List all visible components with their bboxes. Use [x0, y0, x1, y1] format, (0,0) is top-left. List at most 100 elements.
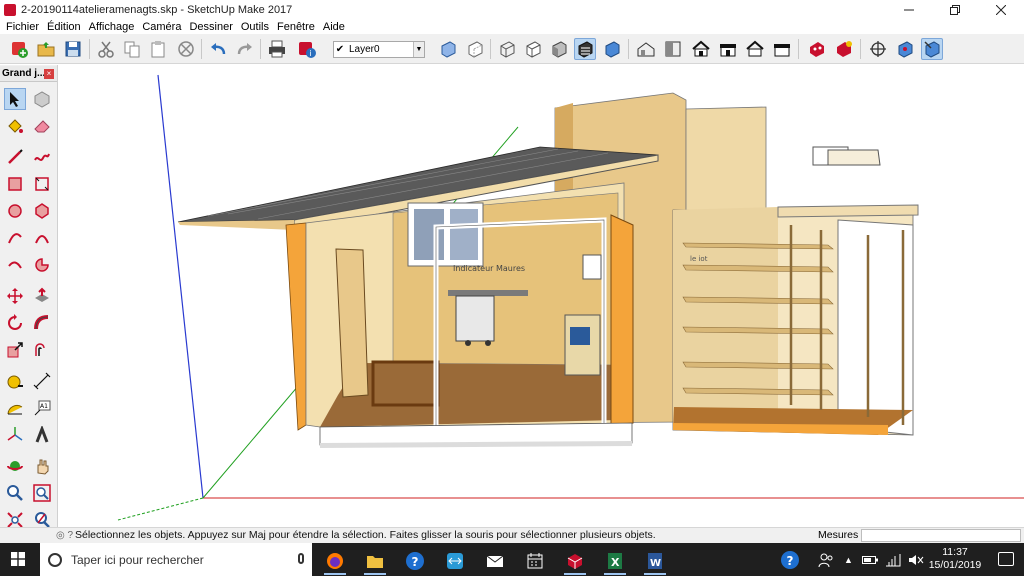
menu-aide[interactable]: Aide: [319, 21, 349, 33]
text-icon[interactable]: A1: [31, 397, 53, 419]
orbit-icon[interactable]: [4, 455, 26, 477]
circle-icon[interactable]: [4, 200, 26, 222]
redo-icon[interactable]: [234, 38, 256, 60]
rotate-icon[interactable]: [4, 312, 26, 334]
shaded-icon[interactable]: [548, 38, 570, 60]
model-viewport[interactable]: Indicateur Maures le iot: [58, 65, 1024, 527]
monochrome-icon[interactable]: [601, 38, 623, 60]
warehouse-icon[interactable]: [806, 38, 828, 60]
zoom-icon[interactable]: [4, 482, 26, 504]
svg-text:X: X: [611, 556, 620, 569]
freehand-icon[interactable]: [31, 146, 53, 168]
right-view-icon[interactable]: [717, 38, 739, 60]
word-icon[interactable]: W: [640, 547, 670, 575]
left-view-icon[interactable]: [771, 38, 793, 60]
sketchup-icon[interactable]: [560, 547, 590, 575]
arc-2point-icon[interactable]: [31, 227, 53, 249]
hidden-line-icon[interactable]: [522, 38, 544, 60]
tape-measure-icon[interactable]: [4, 370, 26, 392]
paint-bucket-icon[interactable]: [4, 115, 26, 137]
restore-icon: [950, 4, 960, 15]
push-pull-icon[interactable]: [31, 285, 53, 307]
follow-me-icon[interactable]: [31, 312, 53, 334]
zoom-window-icon[interactable]: [31, 482, 53, 504]
teamviewer-icon[interactable]: [440, 547, 470, 575]
shaded-textures-icon[interactable]: [574, 38, 596, 60]
status-bar: ◎ ? Sélectionnez les objets. Appuyez sur…: [0, 527, 1024, 543]
scale-icon[interactable]: [4, 339, 26, 361]
erase-icon[interactable]: [175, 38, 197, 60]
taskbar-clock[interactable]: 11:37 15/01/2019: [920, 546, 990, 572]
undo-icon[interactable]: [207, 38, 229, 60]
taskbar-search[interactable]: Taper ici pour rechercher: [40, 543, 312, 576]
measure-input[interactable]: [861, 529, 1021, 542]
start-icon[interactable]: [11, 552, 25, 566]
print-icon[interactable]: [266, 38, 288, 60]
firefox-icon[interactable]: [320, 547, 350, 575]
top-view-icon[interactable]: [662, 38, 684, 60]
close-button[interactable]: [978, 0, 1024, 19]
copy-icon[interactable]: [121, 38, 143, 60]
menu-affichage[interactable]: Affichage: [85, 21, 139, 33]
3d-text-icon[interactable]: [31, 424, 53, 446]
menu-outils[interactable]: Outils: [237, 21, 273, 33]
save-icon[interactable]: [62, 38, 84, 60]
rotated-rectangle-icon[interactable]: [31, 173, 53, 195]
back-edges-icon[interactable]: [464, 38, 486, 60]
status-text: Sélectionnez les objets. Appuyez sur Maj…: [75, 529, 656, 541]
people-icon[interactable]: [818, 552, 834, 568]
back-view-icon[interactable]: [744, 38, 766, 60]
pie-icon[interactable]: [31, 254, 53, 276]
menu-fichier[interactable]: Fichier: [2, 21, 43, 33]
network-icon[interactable]: [885, 553, 901, 567]
restore-button[interactable]: [932, 0, 978, 19]
wireframe-icon[interactable]: [496, 38, 518, 60]
rectangle-icon[interactable]: [4, 173, 26, 195]
file-explorer-icon[interactable]: [360, 547, 390, 575]
move-icon[interactable]: [4, 285, 26, 307]
close-icon[interactable]: ×: [44, 69, 54, 79]
extension-warehouse-icon[interactable]: [833, 38, 855, 60]
xray-icon[interactable]: [437, 38, 459, 60]
offset-icon[interactable]: [31, 339, 53, 361]
paste-icon[interactable]: [147, 38, 169, 60]
line-icon[interactable]: [4, 146, 26, 168]
arc-icon[interactable]: [4, 227, 26, 249]
excel-icon[interactable]: X: [600, 547, 630, 575]
front-view-icon[interactable]: [690, 38, 712, 60]
arc-3point-icon[interactable]: [4, 254, 26, 276]
component-icon[interactable]: [31, 88, 53, 110]
minimize-icon: [904, 9, 914, 10]
dimension-icon[interactable]: [31, 370, 53, 392]
minimize-button[interactable]: [886, 0, 932, 19]
look-around-icon[interactable]: [921, 38, 943, 60]
pan-icon[interactable]: [31, 455, 53, 477]
axes-icon[interactable]: [4, 424, 26, 446]
menu-fenetre[interactable]: Fenêtre: [273, 21, 319, 33]
menu-dessiner[interactable]: Dessiner: [185, 21, 236, 33]
walk-icon[interactable]: [894, 38, 916, 60]
position-camera-icon[interactable]: [867, 38, 889, 60]
microphone-icon[interactable]: [298, 553, 304, 564]
select-icon[interactable]: [4, 88, 26, 110]
polygon-icon[interactable]: [31, 200, 53, 222]
model-info-icon[interactable]: i: [296, 38, 318, 60]
getting-started-icon[interactable]: [8, 38, 30, 60]
base-platform: [319, 422, 633, 448]
cut-icon[interactable]: [95, 38, 117, 60]
layer-dropdown[interactable]: ✔ Layer0 ▼: [333, 41, 425, 58]
protractor-icon[interactable]: [4, 397, 26, 419]
menu-camera[interactable]: Caméra: [138, 21, 185, 33]
open-icon[interactable]: [35, 38, 57, 60]
battery-icon[interactable]: [861, 553, 878, 567]
calendar-icon[interactable]: [520, 547, 550, 575]
eraser-icon[interactable]: [31, 115, 53, 137]
help-icon[interactable]: ?: [400, 547, 430, 575]
chevron-up-icon[interactable]: ▲: [844, 555, 853, 565]
mail-icon[interactable]: [480, 547, 510, 575]
menu-edition[interactable]: Édition: [43, 21, 85, 33]
help-tray-icon[interactable]: ?: [780, 550, 800, 570]
iso-view-icon[interactable]: [635, 38, 657, 60]
chevron-down-icon[interactable]: ▼: [413, 42, 424, 57]
notifications-icon[interactable]: [998, 552, 1014, 566]
